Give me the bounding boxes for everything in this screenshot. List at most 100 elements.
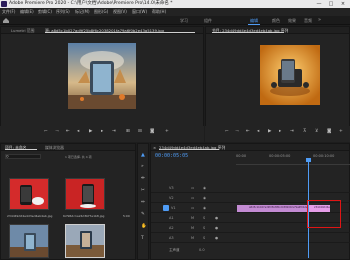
- tab-project[interactable]: 项目: 未命名: [5, 145, 26, 151]
- eye-icon[interactable]: ◉: [203, 196, 206, 200]
- mic-icon[interactable]: ●: [215, 216, 218, 220]
- solo-button[interactable]: S: [203, 236, 205, 240]
- eye-icon[interactable]: ◉: [203, 186, 206, 190]
- extract-button[interactable]: ⊻: [315, 129, 318, 134]
- tab-media-browser[interactable]: 媒体浏览器: [45, 145, 64, 151]
- master-label: 主声道: [169, 248, 180, 252]
- menu-window[interactable]: 窗口(W): [132, 9, 147, 15]
- insert-button[interactable]: ⊞: [126, 129, 130, 134]
- program-step-back-button[interactable]: ◂: [257, 129, 259, 134]
- program-mark-in-button[interactable]: ⌐: [225, 129, 229, 134]
- hand-tool-icon[interactable]: ✋: [141, 224, 147, 229]
- workspace-tab-effects[interactable]: 效果: [288, 18, 296, 24]
- menu-edit[interactable]: 编辑(E): [20, 9, 34, 15]
- tab-lumetri-scopes[interactable]: Lumetri 范围: [11, 28, 34, 34]
- lock-icon[interactable]: ▭: [191, 206, 194, 210]
- program-export-frame-button[interactable]: ◙: [327, 129, 331, 134]
- timeline-close-button[interactable]: ×: [153, 145, 156, 150]
- menu-markers[interactable]: 标记(M): [75, 9, 90, 15]
- mark-in-button[interactable]: ⌐: [44, 129, 48, 134]
- workspace-more-button[interactable]: »: [318, 17, 321, 23]
- title-bar: Adobe Premiere Pro 2020 - C:\用户\文档\Adobe…: [0, 0, 350, 8]
- workspace-bar: 学习 组件 编辑 颜色 效果 音频 »: [0, 16, 350, 25]
- step-forward-button[interactable]: ▸: [101, 129, 103, 134]
- track-label: V3: [169, 186, 174, 190]
- tab-source[interactable]: 源: a8d5c1b027ad9f25b8f6c2038201fa79a6f0b…: [45, 28, 164, 34]
- program-monitor-header: 节目: 234d49dd4e4d3ed4eb4ab.jpg 序列: [206, 27, 349, 34]
- timeline-clip[interactable]: a8d5c1b027ad9f25b8f6c2038201fa79a6f0b2e4…: [237, 205, 307, 212]
- go-to-out-button[interactable]: ⇥: [112, 129, 116, 134]
- menu-clip[interactable]: 剪辑(C): [38, 9, 52, 15]
- project-panel: 项目: 未命名 媒体浏览器 1 项已选择, 共 4 项 234d49dd4e4d…: [0, 143, 136, 260]
- project-item-thumbnail[interactable]: [9, 224, 49, 258]
- menu-file[interactable]: 文件(F): [2, 9, 15, 15]
- timeline-playhead-handle[interactable]: [306, 158, 311, 162]
- ruler-label: 00:00:05:00: [269, 154, 291, 158]
- go-to-in-button[interactable]: ⇤: [66, 129, 70, 134]
- mute-button[interactable]: M: [191, 236, 194, 240]
- program-add-button[interactable]: +: [339, 129, 343, 134]
- track-label: V1: [171, 206, 176, 210]
- pen-tool-icon[interactable]: ✎: [141, 212, 145, 217]
- step-back-button[interactable]: ◂: [77, 129, 79, 134]
- mute-button[interactable]: M: [191, 216, 194, 220]
- master-value[interactable]: 0.0: [199, 248, 205, 252]
- tab-program[interactable]: 节目: 234d49dd4e4d3ed4eb4ab.jpg 序列: [212, 28, 288, 34]
- menu-graphics[interactable]: 图形(G): [94, 9, 108, 15]
- program-step-forward-button[interactable]: ▸: [279, 129, 281, 134]
- razor-tool-icon[interactable]: ✂: [141, 188, 145, 193]
- tools-panel: ▲ » ⇹ ✂ ⇔ ✎ ✋ T: [137, 143, 149, 260]
- workspace-tab-learning[interactable]: 学习: [180, 18, 188, 24]
- track-target-toggle[interactable]: [163, 205, 169, 211]
- timeline-clip-label: a8d5c1b027ad9f25b8f6c2038201fa79a6f0b2e4…: [249, 206, 307, 209]
- menu-help[interactable]: 帮助(H): [152, 9, 166, 15]
- maximize-button[interactable]: □: [325, 0, 337, 8]
- project-search-input[interactable]: [5, 154, 41, 159]
- solo-button[interactable]: S: [203, 216, 205, 220]
- tab-active-underline: [45, 32, 195, 33]
- selection-tool-icon[interactable]: ▲: [141, 152, 145, 158]
- workspace-tab-assembly[interactable]: 组件: [204, 18, 212, 24]
- premiere-logo-icon: [1, 1, 7, 7]
- mic-icon[interactable]: ●: [215, 226, 218, 230]
- close-button[interactable]: ×: [337, 0, 349, 8]
- project-item-count: 1 项已选择, 共 4 项: [65, 155, 92, 159]
- menu-sequence[interactable]: 序列(S): [56, 9, 70, 15]
- lift-button[interactable]: ⊼: [303, 129, 306, 134]
- overwrite-button[interactable]: ⊟: [138, 129, 142, 134]
- program-mark-out-button[interactable]: ¬: [235, 129, 239, 134]
- export-frame-button[interactable]: ◙: [150, 129, 154, 134]
- timeline-timecode[interactable]: 00:00:05:05: [155, 153, 188, 159]
- source-transport-bar: ⌐ ¬ ⇤ ◂ ▶ ▸ ⇥ ⊞ ⊟ ◙ +: [0, 126, 204, 142]
- lock-icon[interactable]: ▭: [191, 196, 194, 200]
- track-a3: A3 M S ●: [151, 234, 350, 243]
- program-play-button[interactable]: ▶: [268, 129, 271, 134]
- project-item-thumbnail[interactable]: [65, 178, 105, 210]
- slip-tool-icon[interactable]: ⇔: [141, 200, 145, 205]
- home-icon[interactable]: [3, 18, 9, 23]
- project-item-thumbnail-selected[interactable]: [65, 224, 105, 258]
- program-phone-image: [260, 45, 320, 105]
- menu-view[interactable]: 视图(V): [113, 9, 127, 15]
- project-item-duration: 5:00: [123, 214, 130, 218]
- mark-out-button[interactable]: ¬: [55, 129, 59, 134]
- play-button[interactable]: ▶: [89, 129, 92, 134]
- red-phone-thumbnail-image: [66, 179, 104, 209]
- track-select-tool-icon[interactable]: »: [141, 164, 144, 169]
- lock-icon[interactable]: ▭: [191, 186, 194, 190]
- program-go-to-in-button[interactable]: ⇤: [246, 129, 250, 134]
- workspace-tab-color[interactable]: 颜色: [272, 18, 280, 24]
- solo-button[interactable]: S: [203, 226, 205, 230]
- ripple-edit-tool-icon[interactable]: ⇹: [141, 176, 145, 181]
- type-tool-icon[interactable]: T: [141, 236, 144, 241]
- tab-sequence[interactable]: 234d49dd4e4d3ed4eb4ab.jpg 序列: [159, 145, 225, 151]
- eye-icon[interactable]: ◉: [203, 206, 206, 210]
- add-button[interactable]: +: [165, 129, 169, 134]
- project-item-thumbnail[interactable]: [9, 178, 49, 210]
- program-go-to-out-button[interactable]: ⇥: [290, 129, 294, 134]
- timeline-ruler[interactable]: [236, 164, 350, 165]
- mute-button[interactable]: M: [191, 226, 194, 230]
- minimize-button[interactable]: —: [313, 0, 325, 8]
- workspace-tab-audio[interactable]: 音频: [304, 18, 312, 24]
- mic-icon[interactable]: ●: [215, 236, 218, 240]
